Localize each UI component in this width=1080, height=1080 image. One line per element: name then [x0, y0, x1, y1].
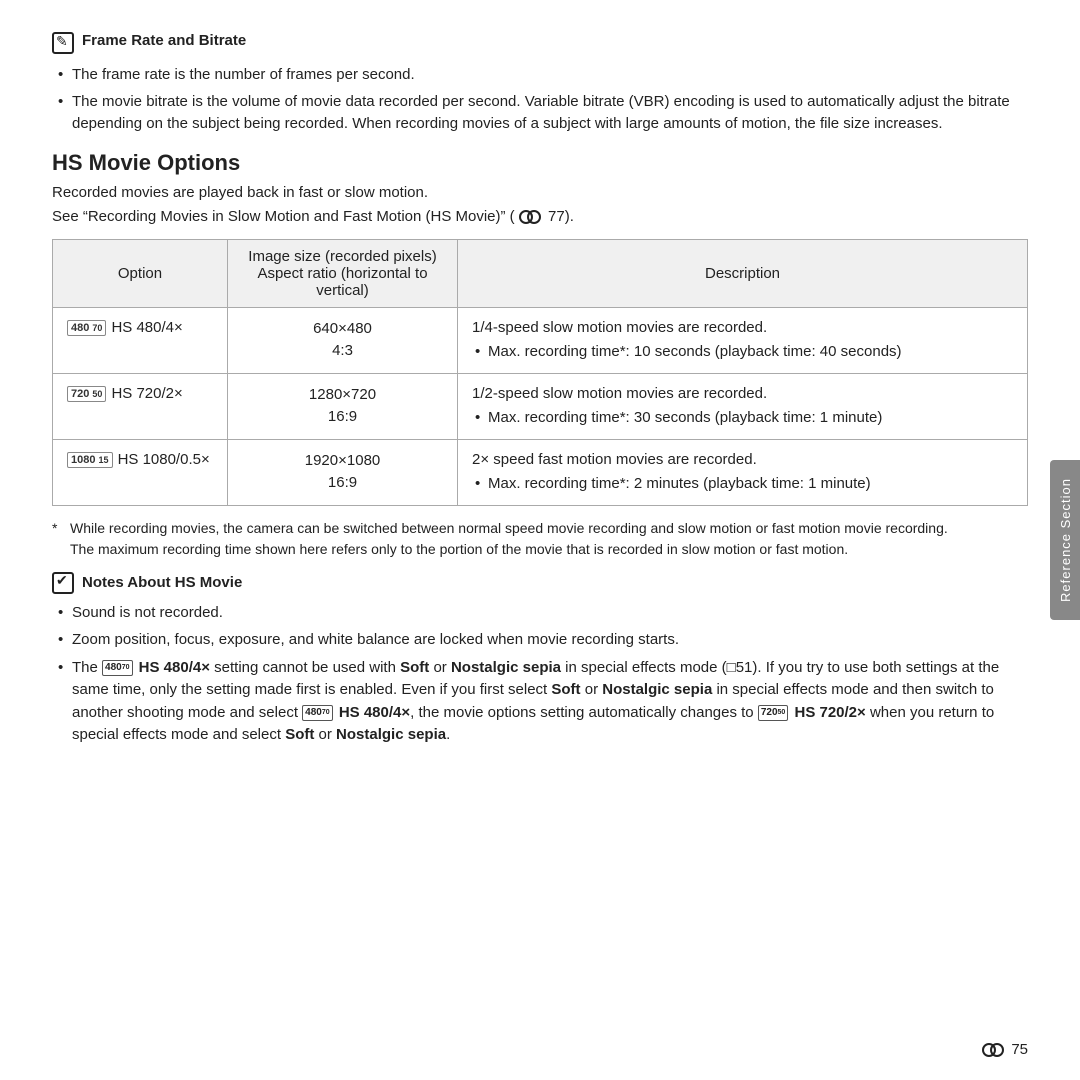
- notes-list: Sound is not recorded. Zoom position, fo…: [52, 602, 1028, 747]
- option-cell-1: 480 70 HS 480/4×: [53, 307, 228, 373]
- desc-text-2: 1/2-speed slow motion movies are recorde…: [472, 383, 1013, 406]
- aspect-value-1: 4:3: [242, 340, 443, 363]
- desc-text-3: 2× speed fast motion movies are recorded…: [472, 449, 1013, 472]
- checkmark-icon: [52, 572, 74, 594]
- footnote-star: *: [52, 518, 57, 539]
- notes-header: Notes About HS Movie: [52, 572, 1028, 594]
- hs-movie-heading: HS Movie Options: [52, 150, 1028, 176]
- hs-movie-sub2-suffix: 77).: [548, 208, 574, 225]
- table-header-image: Image size (recorded pixels)Aspect ratio…: [228, 239, 458, 307]
- aspect-value-3: 16:9: [242, 472, 443, 495]
- hs-label-2: 720 50 HS 720/2×: [67, 383, 213, 406]
- hs-badge-1080: 1080 15: [67, 452, 113, 468]
- notes-title: Notes About HS Movie: [82, 574, 242, 591]
- options-table: Option Image size (recorded pixels)Aspec…: [52, 239, 1028, 506]
- page-circles-icon: [982, 1042, 1006, 1058]
- footnote-text: While recording movies, the camera can b…: [70, 520, 948, 557]
- hs-movie-sub1: Recorded movies are played back in fast …: [52, 182, 1028, 205]
- hs-badge-480: 480 70: [67, 320, 106, 336]
- table-header-desc: Description: [458, 239, 1028, 307]
- page-number-value: 75: [1011, 1041, 1028, 1058]
- desc-bullets-3: Max. recording time*: 2 minutes (playbac…: [472, 473, 1013, 496]
- inline-badge-480b: 48070: [302, 705, 332, 721]
- hs-option-label-1: HS 480/4×: [111, 317, 182, 340]
- notes-hs-section: Notes About HS Movie Sound is not record…: [52, 572, 1028, 747]
- sidebar-label: Reference Section: [1058, 478, 1073, 602]
- inline-badge-480: 48070: [102, 660, 132, 676]
- hs-label-1: 480 70 HS 480/4×: [67, 317, 213, 340]
- desc-bullet-2-0: Max. recording time*: 30 seconds (playba…: [472, 407, 1013, 430]
- imagesize-value-2: 1280×720: [242, 384, 443, 407]
- badge-sub: 15: [99, 455, 109, 465]
- imagesize-cell-1: 640×480 4:3: [228, 307, 458, 373]
- desc-cell-1: 1/4-speed slow motion movies are recorde…: [458, 307, 1028, 373]
- imagesize-value-3: 1920×1080: [242, 450, 443, 473]
- badge-main: 480: [71, 322, 89, 334]
- imagesize-cell-2: 1280×720 16:9: [228, 373, 458, 439]
- desc-bullets-1: Max. recording time*: 10 seconds (playba…: [472, 341, 1013, 364]
- badge-sub: 50: [92, 389, 102, 399]
- notes-item-1: Sound is not recorded.: [52, 602, 1028, 625]
- desc-text-1: 1/4-speed slow motion movies are recorde…: [472, 317, 1013, 340]
- frame-rate-bullets: The frame rate is the number of frames p…: [52, 64, 1028, 136]
- badge-sub: 70: [92, 323, 102, 333]
- badge-main: 720: [71, 388, 89, 400]
- frame-rate-title: Frame Rate and Bitrate: [82, 32, 246, 49]
- desc-cell-2: 1/2-speed slow motion movies are recorde…: [458, 373, 1028, 439]
- badge-main: 1080: [71, 454, 95, 466]
- hs-option-label-2: HS 720/2×: [111, 383, 182, 406]
- frame-rate-section: Frame Rate and Bitrate: [52, 32, 1028, 54]
- desc-bullet-1-0: Max. recording time*: 10 seconds (playba…: [472, 341, 1013, 364]
- desc-bullets-2: Max. recording time*: 30 seconds (playba…: [472, 407, 1013, 430]
- footnote: * While recording movies, the camera can…: [52, 518, 1028, 560]
- desc-bullet-3-0: Max. recording time*: 2 minutes (playbac…: [472, 473, 1013, 496]
- desc-cell-3: 2× speed fast motion movies are recorded…: [458, 439, 1028, 505]
- hs-movie-sub2-text: See “Recording Movies in Slow Motion and…: [52, 208, 515, 225]
- hs-option-label-3: HS 1080/0.5×: [118, 449, 210, 472]
- option-cell-2: 720 50 HS 720/2×: [53, 373, 228, 439]
- imagesize-cell-3: 1920×1080 16:9: [228, 439, 458, 505]
- notes-item-2: Zoom position, focus, exposure, and whit…: [52, 629, 1028, 652]
- pencil-icon: [52, 32, 74, 54]
- frame-rate-bullet-2: The movie bitrate is the volume of movie…: [52, 91, 1028, 136]
- link-icon: [519, 209, 543, 225]
- page-number: 75: [982, 1041, 1028, 1058]
- option-cell-3: 1080 15 HS 1080/0.5×: [53, 439, 228, 505]
- sidebar-tab: Reference Section: [1050, 460, 1080, 620]
- page: Frame Rate and Bitrate The frame rate is…: [0, 0, 1080, 1080]
- hs-movie-sub2: See “Recording Movies in Slow Motion and…: [52, 206, 1028, 229]
- imagesize-value-1: 640×480: [242, 318, 443, 341]
- aspect-value-2: 16:9: [242, 406, 443, 429]
- inline-badge-720: 72050: [758, 705, 788, 721]
- table-row: 720 50 HS 720/2× 1280×720 16:9 1/2-speed…: [53, 373, 1028, 439]
- frame-rate-bullet-1: The frame rate is the number of frames p…: [52, 64, 1028, 87]
- hs-badge-720: 720 50: [67, 386, 106, 402]
- table-row: 1080 15 HS 1080/0.5× 1920×1080 16:9 2× s…: [53, 439, 1028, 505]
- notes-item-3: The 48070 HS 480/4× setting cannot be us…: [52, 657, 1028, 747]
- table-header-option: Option: [53, 239, 228, 307]
- hs-label-3: 1080 15 HS 1080/0.5×: [67, 449, 213, 472]
- table-row: 480 70 HS 480/4× 640×480 4:3 1/4-speed s…: [53, 307, 1028, 373]
